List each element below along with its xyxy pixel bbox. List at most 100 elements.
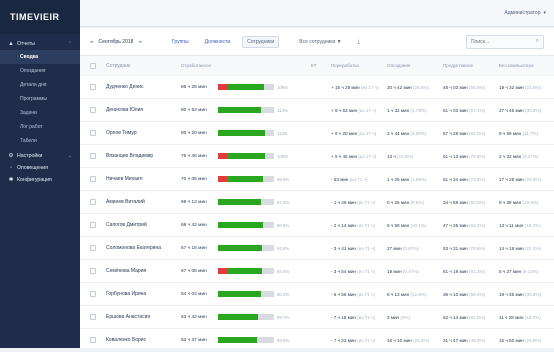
employee-name[interactable]: Семёнова Мария: [106, 268, 181, 274]
sidebar-item-timesheets[interactable]: Табели: [0, 134, 80, 148]
sidebar-item-programs[interactable]: Программы: [0, 92, 80, 106]
bell-icon: ◦: [10, 165, 12, 171]
employee-name[interactable]: Соломонова Екатерина: [106, 245, 181, 251]
overtime-value: + 9 ч 20 мин: [331, 130, 358, 136]
employee-name[interactable]: Орлов Тимур: [106, 130, 181, 136]
all-staff-dropdown[interactable]: Все сотрудники ▼: [295, 37, 345, 47]
bar-segment-red: [218, 153, 227, 159]
table-row[interactable]: Горбунова Ирина 64 ч 04 мин 90.2% - 6 ч 56 …: [80, 283, 554, 306]
table-row[interactable]: Денисова Юлия 80 ч 53 мин 113% + 9 ч 53 мин…: [80, 99, 554, 122]
search-input[interactable]: [471, 38, 531, 45]
no-computer-sub: (24.9%): [524, 176, 542, 182]
admin-menu[interactable]: Администратор ▾: [504, 10, 546, 16]
admin-label: Администратор: [504, 10, 541, 16]
sidebar-item-lateness[interactable]: Опоздания: [0, 64, 80, 78]
employee-name[interactable]: Сапогов Дмитрий: [106, 222, 181, 228]
employee-name[interactable]: Горбунова Ирина: [106, 291, 181, 297]
nav-group-notifications[interactable]: ◦ Оповещения: [0, 162, 80, 174]
sidebar-item-work-log[interactable]: Лог работ: [0, 120, 80, 134]
worked-progress-bar: [218, 176, 274, 182]
row-checkbox[interactable]: [90, 245, 96, 251]
chevron-up-icon: ⌃: [67, 41, 72, 47]
bar-segment-green: [227, 153, 265, 159]
col-header-name[interactable]: Сотрудник: [106, 63, 181, 69]
table-row[interactable]: Ничаев Михаил 70 ч 06 мин 98.8% - 53 мин (и…: [80, 168, 554, 191]
bar-segment-green: [218, 130, 265, 136]
overtime-value: - 3 ч 54 мин: [331, 268, 356, 274]
search-box: ⌕: [466, 34, 544, 49]
table-row[interactable]: Аминев Виталий 69 ч 13 мин 97.5% - 1 ч 46 м…: [80, 191, 554, 214]
employee-name[interactable]: Вязанцев Владимир: [106, 153, 181, 159]
row-checkbox[interactable]: [90, 199, 96, 205]
row-checkbox[interactable]: [90, 84, 96, 90]
row-checkbox[interactable]: [90, 153, 96, 159]
employee-name[interactable]: Денисова Юлия: [106, 107, 181, 113]
employee-name[interactable]: Аминев Виталий: [106, 199, 181, 205]
no-computer-value: 11 ч 28 мин: [499, 314, 524, 320]
worked-percent: 94.8%: [277, 245, 290, 251]
row-checkbox[interactable]: [90, 130, 96, 136]
table-row[interactable]: Коваленко Борис 63 ч 37 мин 89.6% - 7 ч 23 …: [80, 329, 554, 352]
lateness-sub: (1.99%): [410, 176, 427, 182]
overtime-value: - 53 мин: [331, 176, 349, 182]
next-month-button[interactable]: ▸: [139, 39, 142, 45]
employee-name[interactable]: Ничаев Михаил: [106, 176, 181, 182]
productive-sub: (56.4%): [468, 291, 486, 297]
col-header-kt[interactable]: КТ: [311, 63, 331, 68]
row-checkbox[interactable]: [90, 107, 96, 113]
no-computer-value: 27 ч 45 мин: [499, 107, 524, 113]
overtime-sub: (из 71 ч): [357, 268, 376, 274]
row-checkbox[interactable]: [90, 291, 96, 297]
table-row[interactable]: Соломонова Екатерина 67 ч 18 мин 94.8% - 3 …: [80, 237, 554, 260]
groups-button[interactable]: Группы: [168, 37, 193, 47]
table-row[interactable]: Дудченко Денис 86 ч 28 мин 108% + 15 ч 28 м…: [80, 76, 554, 99]
employee-name[interactable]: Ершова Анастасия: [106, 314, 181, 320]
overtime-value: + 9 ч 53 мин: [331, 107, 358, 113]
table-row[interactable]: Семёнова Мария 67 ч 06 мин 94.5% - 3 ч 54 м…: [80, 260, 554, 283]
sidebar-item-tasks[interactable]: Задачи: [0, 106, 80, 120]
no-computer-sub: (30.6%): [524, 291, 542, 297]
staff-button[interactable]: Сотрудники: [242, 35, 280, 48]
prev-month-button[interactable]: ◂: [90, 39, 93, 45]
search-icon[interactable]: ⌕: [536, 38, 539, 45]
nav-group-settings[interactable]: ⚙ Настройки ⌄: [0, 150, 80, 162]
sidebar: TIMEVIEIR ▲ Отчеты ⌃ Сводка Опоздания Де…: [0, 0, 80, 348]
row-checkbox[interactable]: [90, 314, 96, 320]
positions-button[interactable]: Должности: [201, 37, 235, 47]
lateness-value: 20 ч 42 мин: [387, 84, 412, 90]
employee-name[interactable]: Коваленко Борис: [106, 337, 181, 343]
col-header-lateness[interactable]: Опоздания: [387, 63, 443, 68]
employee-name[interactable]: Дудченко Денис: [106, 84, 181, 90]
row-checkbox[interactable]: [90, 337, 96, 343]
row-checkbox[interactable]: [90, 176, 96, 182]
overtime-sub: (из 71 ч): [357, 291, 376, 297]
col-header-no-computer[interactable]: Без компьютера: [499, 63, 554, 68]
table-row[interactable]: Сапогов Дмитрий 68 ч 42 мин 96.8% - 2 ч 14 …: [80, 214, 554, 237]
lateness-sub: (10.1%): [410, 222, 427, 228]
col-header-overtime[interactable]: Переработка: [331, 63, 387, 68]
no-computer-sub: (22.6%): [524, 84, 542, 90]
table-header-row: Сотрудник Отработанное КТ Переработка Оп…: [80, 56, 554, 76]
productive-sub: (79.5%): [468, 245, 486, 251]
row-checkbox[interactable]: [90, 222, 96, 228]
download-button[interactable]: ⤓: [354, 37, 364, 47]
download-icon: ⤓: [357, 38, 360, 45]
nav-group-config[interactable]: ✱ Конфигурация: [0, 174, 80, 186]
sidebar-item-day-details[interactable]: Детали дня: [0, 78, 80, 92]
productive-value: 61 ч 18 мин: [443, 268, 468, 274]
nav-group-reports[interactable]: ▲ Отчеты ⌃: [0, 38, 80, 50]
chevron-down-icon: ⌄: [67, 153, 72, 159]
col-header-worked[interactable]: Отработанное: [181, 63, 211, 68]
no-computer-sub: (11.7%): [522, 130, 539, 136]
lateness-sub: (3.06%): [410, 130, 427, 136]
table-row[interactable]: Вязанцев Владимир 76 ч 46 мин 108% + 5 ч 46…: [80, 145, 554, 168]
sidebar-item-summary[interactable]: Сводка: [0, 50, 80, 64]
overtime-value: - 7 ч 23 мин: [331, 337, 356, 343]
table-row[interactable]: Орлов Тимур 80 ч 20 мин 113% + 9 ч 20 мин (…: [80, 122, 554, 145]
no-computer-sub: (19.2%): [524, 222, 541, 228]
table-row[interactable]: Ершова Анастасия 63 ч 42 мин 89.7% - 7 ч 18…: [80, 306, 554, 329]
row-checkbox[interactable]: [90, 268, 96, 274]
worked-time: 67 ч 18 мин: [181, 245, 207, 251]
select-all-checkbox[interactable]: [90, 62, 96, 69]
col-header-productive[interactable]: Продуктивное: [443, 63, 499, 68]
